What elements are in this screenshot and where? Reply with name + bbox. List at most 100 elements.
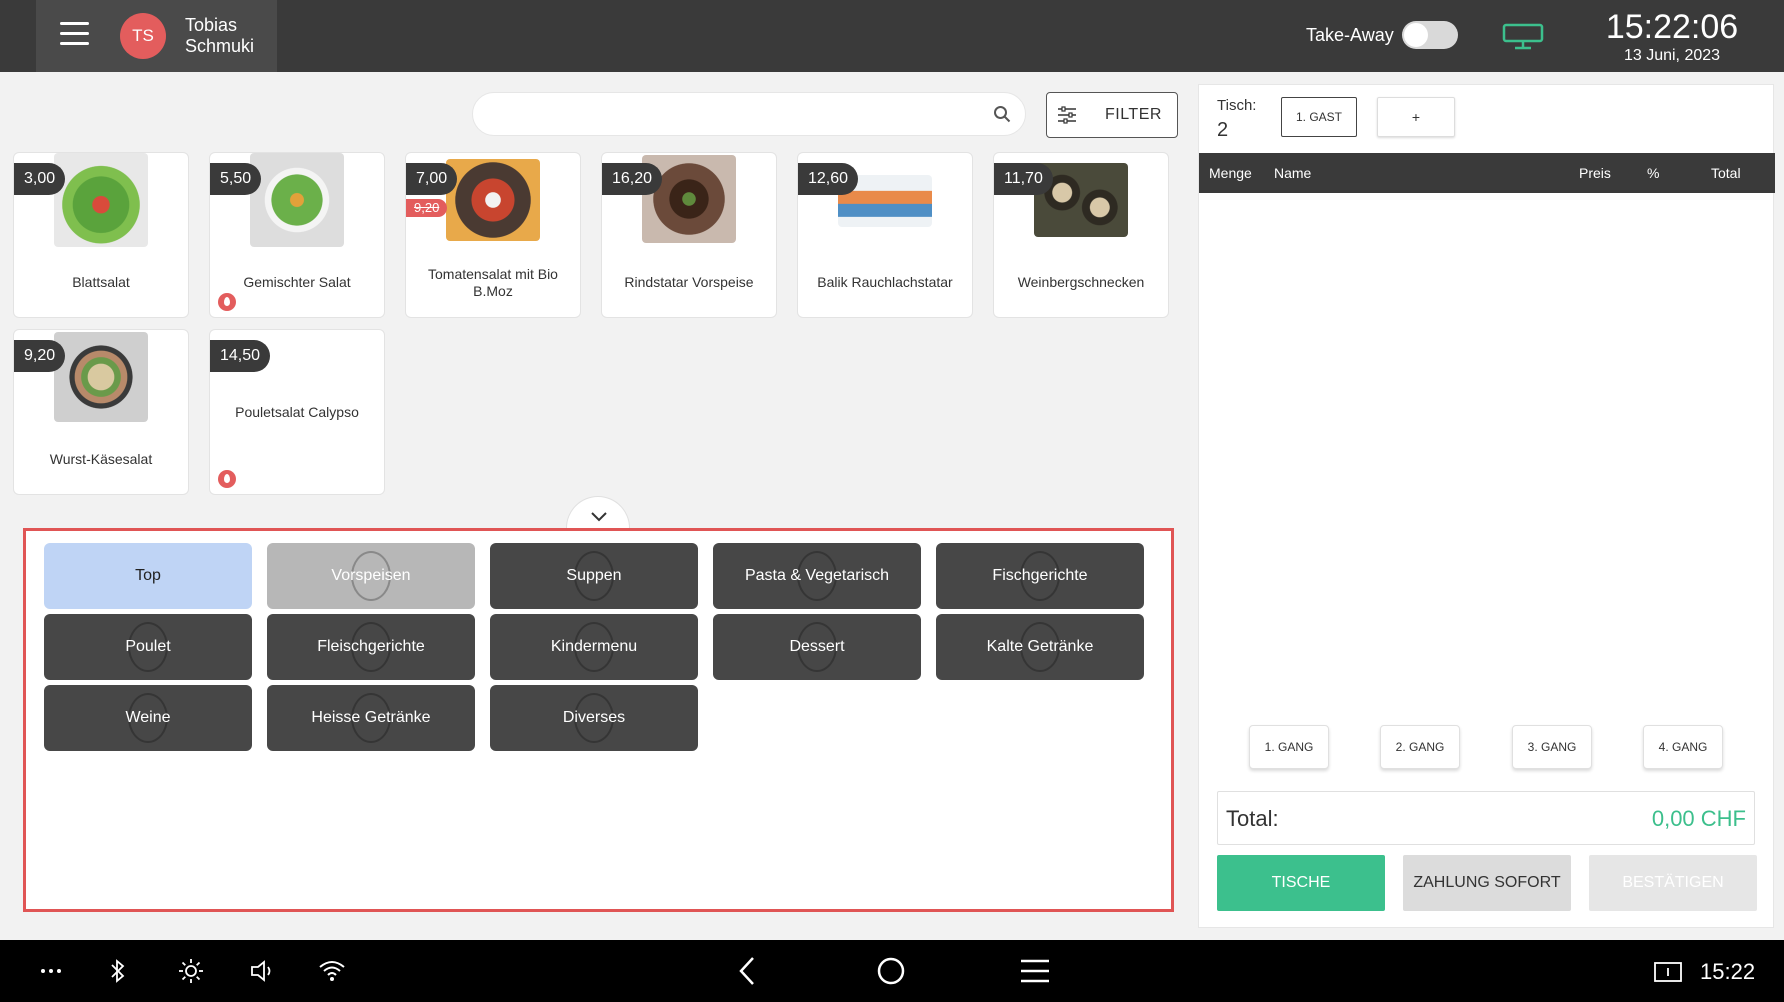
column-name: Name [1274, 165, 1312, 181]
category-label: Weine [125, 709, 171, 726]
price-badge: 3,00 [14, 163, 66, 195]
collapse-categories-button[interactable] [566, 496, 630, 530]
price-badge: 12,60 [798, 163, 859, 195]
clock: 15:22:06 13 Juni, 2023 [1590, 8, 1754, 66]
product-image [446, 159, 540, 241]
product-image [250, 153, 344, 247]
category-weine[interactable]: Weine [44, 685, 252, 751]
more-icon[interactable] [40, 968, 62, 974]
price-badge: 16,20 [602, 163, 663, 195]
gang-1-button[interactable]: 1. GANG [1249, 725, 1329, 769]
product-card-balik[interactable]: 12,60 Balik Rauchlachstatar [797, 152, 973, 318]
product-card-gemischter-salat[interactable]: 5,50 Gemischter Salat [209, 152, 385, 318]
system-nav-bar: 15:22 [0, 940, 1784, 1002]
category-label: Dessert [789, 638, 845, 655]
column-total: Total [1711, 165, 1741, 181]
order-table-header: Menge Name Preis % Total [1199, 153, 1775, 193]
takeaway-toggle[interactable] [1402, 21, 1458, 49]
category-label: Poulet [125, 638, 171, 655]
gang-4-button[interactable]: 4. GANG [1643, 725, 1723, 769]
bluetooth-icon[interactable] [110, 958, 126, 984]
total-box: Total: 0,00 CHF [1217, 791, 1755, 845]
category-label: Suppen [566, 567, 622, 584]
product-name: Rindstatar Vorspeise [624, 274, 754, 290]
category-suppen[interactable]: Suppen [490, 543, 698, 609]
price-badge: 9,20 [14, 340, 66, 372]
screen-icon[interactable] [1654, 962, 1682, 982]
price-badge: 11,70 [994, 163, 1053, 195]
gang-3-button[interactable]: 3. GANG [1512, 725, 1592, 769]
product-name: Blattsalat [72, 274, 130, 290]
category-kalte-getraenke[interactable]: Kalte Getränke [936, 614, 1144, 680]
toggle-knob [1404, 23, 1428, 47]
category-label: Pasta & Vegetarisch [744, 567, 890, 584]
price-badge: 14,50 [210, 340, 271, 372]
hot-icon [218, 293, 236, 311]
product-card-wurst-kaesesalat[interactable]: 9,20 Wurst-Käsesalat [13, 329, 189, 495]
category-label: Fleischgerichte [317, 638, 425, 655]
sliders-icon [1058, 106, 1076, 124]
category-vorspeisen[interactable]: Vorspeisen [267, 543, 475, 609]
product-name: Gemischter Salat [243, 274, 351, 290]
filter-button[interactable]: FILTER [1046, 92, 1178, 138]
product-image [54, 332, 148, 422]
avatar[interactable]: TS [120, 13, 166, 59]
volume-icon[interactable] [250, 959, 276, 983]
product-name: Pouletsalat Calypso [235, 404, 359, 420]
category-poulet[interactable]: Poulet [44, 614, 252, 680]
clock-date: 13 Juni, 2023 [1623, 47, 1721, 64]
product-name: Wurst-Käsesalat [49, 451, 153, 467]
product-card-blattsalat[interactable]: 3,00 Blattsalat [13, 152, 189, 318]
bestaetigen-button[interactable]: BESTÄTIGEN [1589, 855, 1757, 911]
takeaway-label: Take-Away [1306, 25, 1394, 45]
category-kindermenu[interactable]: Kindermenu [490, 614, 698, 680]
product-name: Tomatensalat mit Bio B.Moz [428, 266, 558, 299]
category-label: Kindermenu [550, 638, 638, 655]
category-label: Heisse Getränke [311, 709, 431, 726]
category-heisse-getraenke[interactable]: Heisse Getränke [267, 685, 475, 751]
category-label: Vorspeisen [331, 567, 411, 584]
hot-icon [218, 470, 236, 488]
category-panel: Top Vorspeisen Suppen Pasta & Vegetarisc… [23, 528, 1174, 912]
category-fleischgerichte[interactable]: Fleischgerichte [267, 614, 475, 680]
user-box[interactable]: TS Tobias Schmuki [36, 0, 277, 72]
search-icon[interactable] [993, 105, 1011, 123]
zahlung-sofort-button[interactable]: ZAHLUNG SOFORT [1403, 855, 1571, 911]
category-dessert[interactable]: Dessert [713, 614, 921, 680]
menu-icon[interactable] [60, 22, 89, 46]
back-icon[interactable] [738, 956, 756, 986]
guest-button[interactable]: 1. GAST [1281, 97, 1357, 137]
product-name: Weinbergschnecken [1017, 274, 1145, 290]
category-pasta-vegetarisch[interactable]: Pasta & Vegetarisch [713, 543, 921, 609]
product-card-rindstatar[interactable]: 16,20 Rindstatar Vorspeise [601, 152, 777, 318]
tische-button[interactable]: TISCHE [1217, 855, 1385, 911]
add-guest-button[interactable]: + [1377, 97, 1455, 137]
product-card-pouletsalat[interactable]: 14,50 Pouletsalat Calypso [209, 329, 385, 495]
home-icon[interactable] [876, 956, 906, 986]
recent-apps-icon[interactable] [1020, 958, 1050, 984]
product-card-weinbergschnecken[interactable]: 11,70 Weinbergschnecken [993, 152, 1169, 318]
column-preis: Preis [1579, 165, 1611, 181]
category-top[interactable]: Top [44, 543, 252, 609]
column-menge: Menge [1209, 165, 1252, 181]
search-input[interactable] [472, 92, 1026, 136]
total-label: Total: [1226, 806, 1279, 831]
category-label: Fischgerichte [992, 567, 1088, 584]
product-image [54, 153, 148, 247]
category-fischgerichte[interactable]: Fischgerichte [936, 543, 1144, 609]
filter-label: FILTER [1105, 106, 1162, 123]
product-card-tomatensalat[interactable]: 7,00 9,20 Tomatensalat mit Bio B.Moz [405, 152, 581, 318]
wifi-icon[interactable] [318, 960, 346, 982]
table-number: 2 [1217, 119, 1229, 141]
category-diverses[interactable]: Diverses [490, 685, 698, 751]
column-percent: % [1647, 165, 1660, 181]
category-label: Kalte Getränke [986, 638, 1094, 655]
brightness-icon[interactable] [178, 958, 204, 984]
gang-2-button[interactable]: 2. GANG [1380, 725, 1460, 769]
monitor-icon[interactable] [1502, 22, 1544, 50]
table-label: Tisch: [1217, 97, 1257, 114]
category-label: Diverses [562, 709, 626, 726]
chevron-down-icon [591, 512, 607, 522]
user-name: Tobias Schmuki [185, 15, 255, 56]
price-badge: 7,00 [406, 163, 458, 195]
